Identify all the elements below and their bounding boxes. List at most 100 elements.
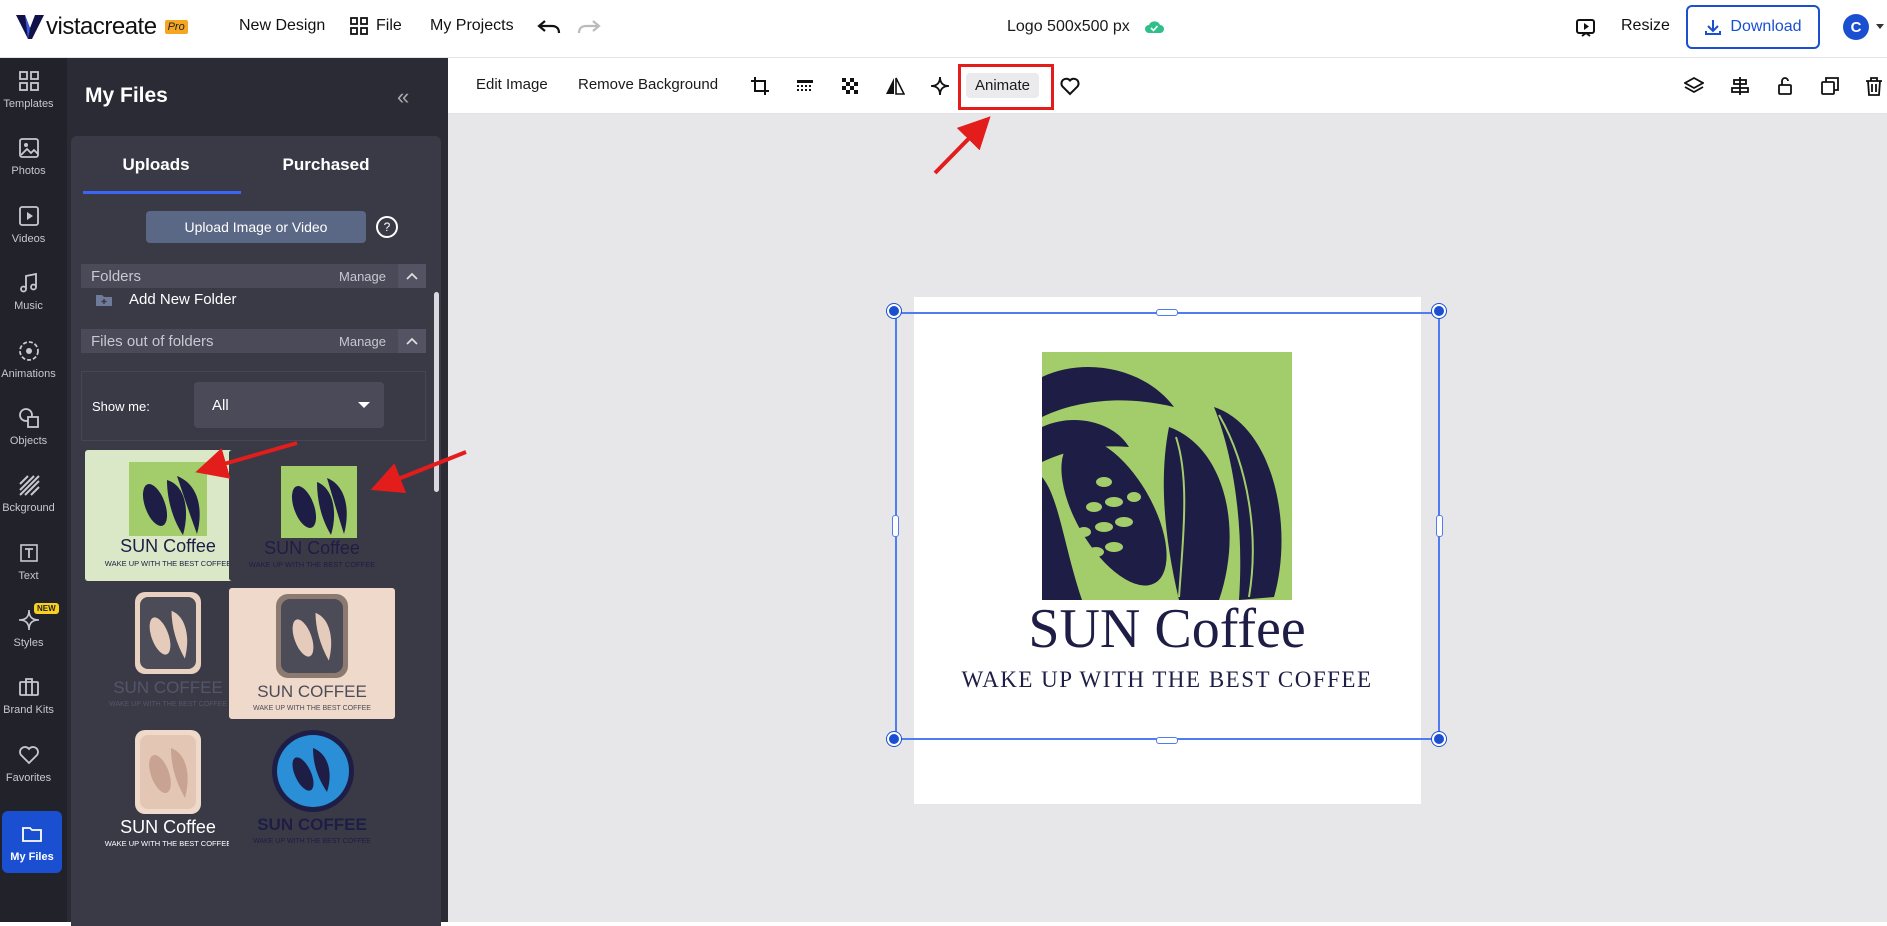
coffee-logo-thumbnail: SUN Coffee WAKE UP WITH THE BEST COFFEE — [249, 466, 375, 569]
collapse-panel-icon[interactable]: « — [397, 84, 409, 110]
present-icon[interactable] — [1575, 17, 1597, 39]
folders-section: Folders Manage — [81, 264, 426, 288]
rail-item-favorites[interactable]: Favorites — [0, 732, 57, 794]
coffee-logo-thumbnail: SUN Coffee WAKE UP WITH THE BEST COFFEE — [105, 462, 231, 568]
thumb-title: SUN COFFEE — [257, 682, 367, 701]
show-me-select[interactable]: All — [194, 382, 384, 428]
music-icon — [19, 272, 37, 292]
animation-icon — [18, 340, 39, 361]
heart-icon[interactable] — [1058, 74, 1082, 98]
resize-handle-left[interactable] — [892, 515, 899, 537]
filters-icon[interactable] — [793, 74, 817, 98]
chevron-up-icon[interactable] — [398, 264, 426, 288]
duplicate-icon[interactable] — [1818, 74, 1842, 98]
thumb-tagline: WAKE UP WITH THE BEST COFFEE — [253, 838, 371, 845]
my-projects-button[interactable]: My Projects — [430, 17, 514, 35]
rail-label: Styles — [13, 636, 44, 649]
undo-icon[interactable] — [537, 17, 561, 37]
image-toolbar: Edit Image Remove Background Animate — [448, 58, 1887, 114]
rail-item-templates[interactable]: Templates — [0, 58, 57, 120]
upload-thumbnail[interactable]: SUN Coffee WAKE UP WITH THE BEST COFFEE — [229, 450, 395, 581]
magic-sparkle-icon[interactable] — [928, 74, 952, 98]
new-design-button[interactable]: New Design — [239, 17, 325, 35]
selection-box[interactable] — [895, 312, 1440, 740]
rail-item-background[interactable]: Bckground — [0, 462, 57, 524]
download-button[interactable]: Download — [1686, 5, 1820, 49]
resize-button[interactable]: Resize — [1621, 17, 1670, 35]
file-menu-button[interactable]: File — [350, 17, 402, 35]
rail-label: Photos — [11, 164, 46, 177]
rail-item-objects[interactable]: Objects — [0, 395, 57, 457]
upload-thumbnail[interactable]: SUN COFFEE WAKE UP WITH THE BEST COFFEE — [229, 588, 395, 719]
edit-image-button[interactable]: Edit Image — [476, 76, 548, 93]
new-design-label: New Design — [239, 17, 326, 34]
upload-thumbnail[interactable]: SUN Coffee WAKE UP WITH THE BEST COFFEE — [85, 450, 251, 581]
resize-handle-bottom-right[interactable] — [1432, 732, 1446, 746]
panel-content: Uploads Purchased Upload Image or Video … — [71, 136, 441, 926]
panel-scrollbar[interactable] — [434, 292, 439, 492]
rail-item-music[interactable]: Music — [0, 260, 57, 322]
thumb-tagline: WAKE UP WITH THE BEST COFFEE — [105, 839, 231, 848]
flip-icon[interactable] — [883, 74, 907, 98]
file-menu-label: File — [376, 17, 402, 34]
left-rail: Templates Photos Videos Music Animations… — [0, 58, 67, 922]
tab-label: Purchased — [282, 155, 370, 174]
play-icon — [18, 205, 39, 226]
add-new-folder-button[interactable]: Add New Folder — [95, 291, 237, 308]
transparency-icon[interactable] — [838, 74, 862, 98]
folders-manage-button[interactable]: Manage — [339, 269, 386, 284]
remove-background-button[interactable]: Remove Background — [578, 76, 718, 93]
document-title-label: Logo 500x500 px — [1007, 18, 1130, 35]
tab-purchased[interactable]: Purchased — [241, 136, 411, 194]
chevron-up-icon[interactable] — [398, 329, 426, 353]
resize-handle-top-left[interactable] — [887, 304, 901, 318]
redo-icon[interactable] — [577, 17, 601, 37]
layers-icon[interactable] — [1682, 74, 1706, 98]
files-manage-button[interactable]: Manage — [339, 334, 386, 349]
coffee-logo-thumbnail: SUN Coffee WAKE UP WITH THE BEST COFFEE — [105, 730, 231, 848]
lock-icon[interactable] — [1773, 74, 1797, 98]
show-me-value: All — [212, 396, 229, 414]
resize-handle-top[interactable] — [1156, 309, 1178, 316]
cloud-saved-icon — [1144, 21, 1164, 33]
rail-item-styles[interactable]: NEW Styles — [0, 597, 59, 659]
thumb-tagline: WAKE UP WITH THE BEST COFFEE — [249, 560, 375, 569]
rail-item-videos[interactable]: Videos — [0, 193, 57, 255]
rail-item-animations[interactable]: Animations — [0, 328, 57, 390]
upload-thumbnail[interactable]: SUN Coffee WAKE UP WITH THE BEST COFFEE — [85, 726, 251, 857]
upload-thumbnail[interactable]: SUN COFFEE WAKE UP WITH THE BEST COFFEE — [85, 588, 251, 719]
pro-badge: Pro — [164, 20, 188, 34]
folder-add-icon — [96, 294, 112, 306]
thumb-title: SUN Coffee — [120, 817, 216, 837]
brand-logo[interactable]: vistacreate Pro — [16, 13, 188, 41]
heart-icon — [18, 745, 39, 764]
resize-handle-bottom[interactable] — [1156, 737, 1178, 744]
rail-label: Animations — [1, 367, 56, 380]
resize-handle-top-right[interactable] — [1432, 304, 1446, 318]
rail-label: Brand Kits — [3, 703, 54, 716]
align-icon[interactable] — [1728, 74, 1752, 98]
avatar[interactable]: C — [1843, 14, 1869, 40]
image-icon — [18, 137, 39, 158]
upload-button[interactable]: Upload Image or Video — [146, 211, 366, 243]
tab-uploads[interactable]: Uploads — [71, 136, 241, 194]
resize-handle-bottom-left[interactable] — [887, 732, 901, 746]
coffee-logo-thumbnail: SUN COFFEE WAKE UP WITH THE BEST COFFEE — [253, 594, 371, 712]
thumb-title: SUN COFFEE — [113, 678, 223, 697]
upload-thumbnail[interactable]: SUN COFFEE WAKE UP WITH THE BEST COFFEE — [229, 726, 395, 857]
document-title[interactable]: Logo 500x500 px — [1007, 18, 1164, 36]
trash-icon[interactable] — [1862, 74, 1886, 98]
brand-name: vistacreate — [46, 13, 157, 40]
help-icon[interactable]: ? — [376, 216, 398, 238]
crop-icon[interactable] — [748, 74, 772, 98]
files-out-label: Files out of folders — [91, 332, 214, 350]
animate-highlight-box — [958, 64, 1054, 110]
rail-item-text[interactable]: Text — [0, 530, 57, 592]
rail-item-photos[interactable]: Photos — [0, 125, 57, 187]
rail-item-my-files[interactable]: My Files — [2, 811, 62, 873]
folder-icon — [22, 826, 42, 842]
thumb-title: SUN COFFEE — [257, 815, 367, 834]
resize-handle-right[interactable] — [1436, 515, 1443, 537]
rail-item-brand-kits[interactable]: Brand Kits — [0, 664, 57, 726]
chevron-down-icon[interactable] — [1875, 23, 1885, 31]
